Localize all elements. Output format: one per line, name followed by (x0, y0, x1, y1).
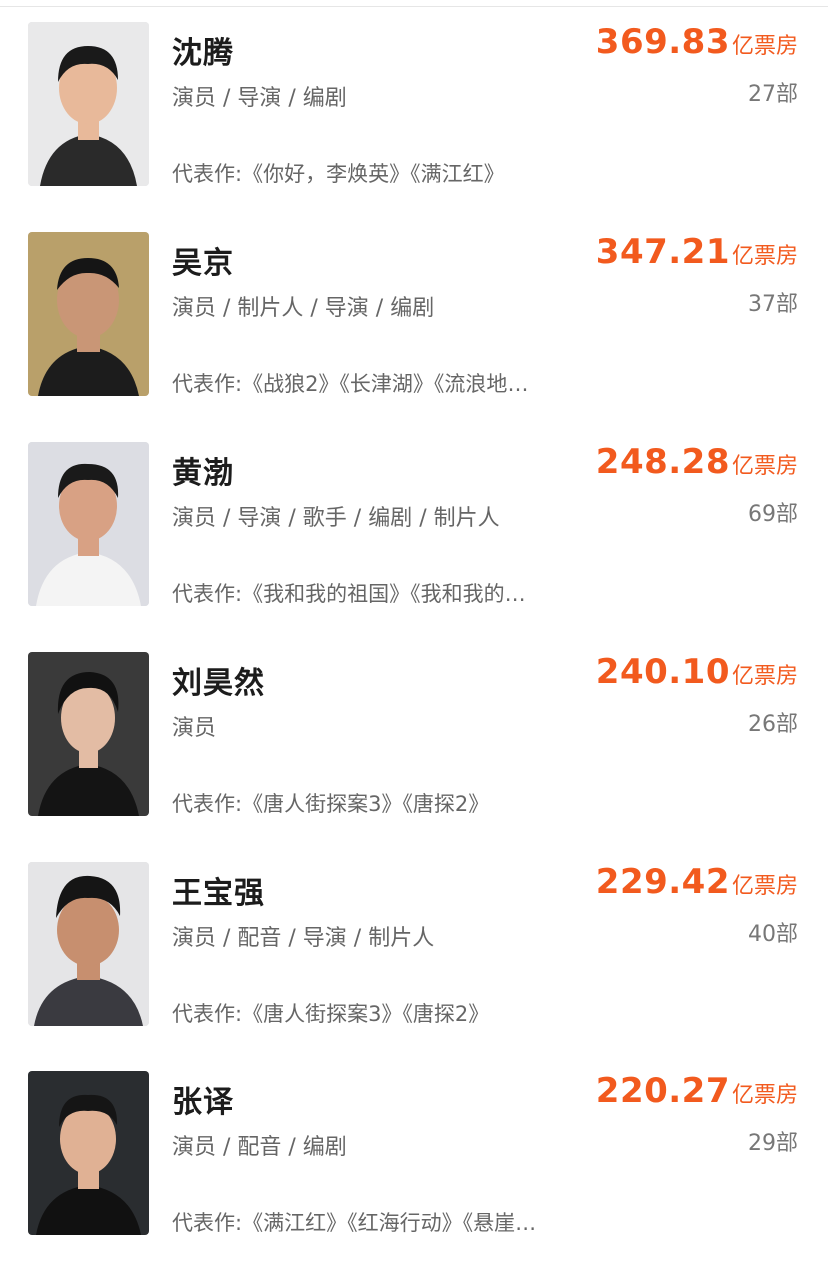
box-office-unit: 亿票房 (731, 1083, 798, 1108)
actor-name: 黄渤 (172, 456, 234, 491)
box-office-unit: 亿票房 (731, 874, 798, 899)
portrait-image (28, 1071, 149, 1235)
film-count: 40部 (748, 922, 798, 947)
box-office-value: 369.83 (595, 22, 730, 62)
representative-works: 代表作:《战狼2》《长津湖》《流浪地球》 (172, 372, 544, 396)
box-office-value: 229.42 (595, 862, 730, 902)
representative-works: 代表作:《唐人街探案3》《唐探2》 (172, 1002, 490, 1026)
portrait-image (28, 442, 149, 606)
actor-row[interactable]: 黄渤 演员 / 导演 / 歌手 / 编剧 / 制片人 代表作:《我和我的祖国》《… (0, 442, 828, 652)
film-count: 29部 (748, 1131, 798, 1156)
actor-row[interactable]: 吴京 演员 / 制片人 / 导演 / 编剧 代表作:《战狼2》《长津湖》《流浪地… (0, 232, 828, 442)
box-office: 220.27亿票房 (596, 1071, 798, 1111)
portrait-image (28, 652, 149, 816)
portrait-image (28, 862, 149, 1026)
top-divider (0, 6, 828, 7)
avatar (28, 22, 149, 186)
representative-works: 代表作:《我和我的祖国》《我和我的家乡》 (172, 582, 544, 606)
actor-roles: 演员 / 制片人 / 导演 / 编剧 (172, 296, 435, 321)
box-office-value: 347.21 (595, 232, 730, 272)
actor-roles: 演员 / 导演 / 歌手 / 编剧 / 制片人 (172, 506, 500, 531)
film-count: 37部 (748, 292, 798, 317)
box-office: 369.83亿票房 (596, 22, 798, 62)
film-count: 26部 (748, 712, 798, 737)
actor-row[interactable]: 刘昊然 演员 代表作:《唐人街探案3》《唐探2》 240.10亿票房 26部 (0, 652, 828, 862)
film-count: 27部 (748, 82, 798, 107)
representative-works: 代表作:《唐人街探案3》《唐探2》 (172, 792, 490, 816)
avatar (28, 1071, 149, 1235)
box-office-unit: 亿票房 (731, 34, 798, 59)
actor-roles: 演员 / 导演 / 编剧 (172, 86, 347, 111)
actor-roles: 演员 / 配音 / 导演 / 制片人 (172, 926, 435, 951)
box-office: 248.28亿票房 (596, 442, 798, 482)
actor-roles: 演员 (172, 716, 217, 741)
avatar (28, 232, 149, 396)
representative-works: 代表作:《满江红》《红海行动》《悬崖之上》 (172, 1211, 544, 1235)
portrait-image (28, 22, 149, 186)
actor-row[interactable]: 王宝强 演员 / 配音 / 导演 / 制片人 代表作:《唐人街探案3》《唐探2》… (0, 862, 828, 1072)
actor-row[interactable]: 张译 演员 / 配音 / 编剧 代表作:《满江红》《红海行动》《悬崖之上》 22… (0, 1071, 828, 1261)
box-office: 229.42亿票房 (596, 862, 798, 902)
box-office-value: 240.10 (595, 652, 730, 692)
representative-works: 代表作:《你好，李焕英》《满江红》 (172, 162, 505, 186)
film-count: 69部 (748, 502, 798, 527)
box-office: 240.10亿票房 (596, 652, 798, 692)
actor-name: 张译 (172, 1085, 234, 1120)
portrait-image (28, 232, 149, 396)
box-office: 347.21亿票房 (596, 232, 798, 272)
actor-name: 王宝强 (172, 876, 265, 911)
actor-roles: 演员 / 配音 / 编剧 (172, 1135, 347, 1160)
box-office-value: 248.28 (595, 442, 730, 482)
actor-name: 刘昊然 (172, 666, 265, 701)
box-office-unit: 亿票房 (731, 454, 798, 479)
avatar (28, 652, 149, 816)
actor-name: 吴京 (172, 246, 234, 281)
box-office-unit: 亿票房 (731, 664, 798, 689)
box-office-unit: 亿票房 (731, 244, 798, 269)
avatar (28, 442, 149, 606)
box-office-value: 220.27 (595, 1071, 730, 1111)
actor-row[interactable]: 沈腾 演员 / 导演 / 编剧 代表作:《你好，李焕英》《满江红》 369.83… (0, 22, 828, 232)
actor-name: 沈腾 (172, 36, 234, 71)
avatar (28, 862, 149, 1026)
